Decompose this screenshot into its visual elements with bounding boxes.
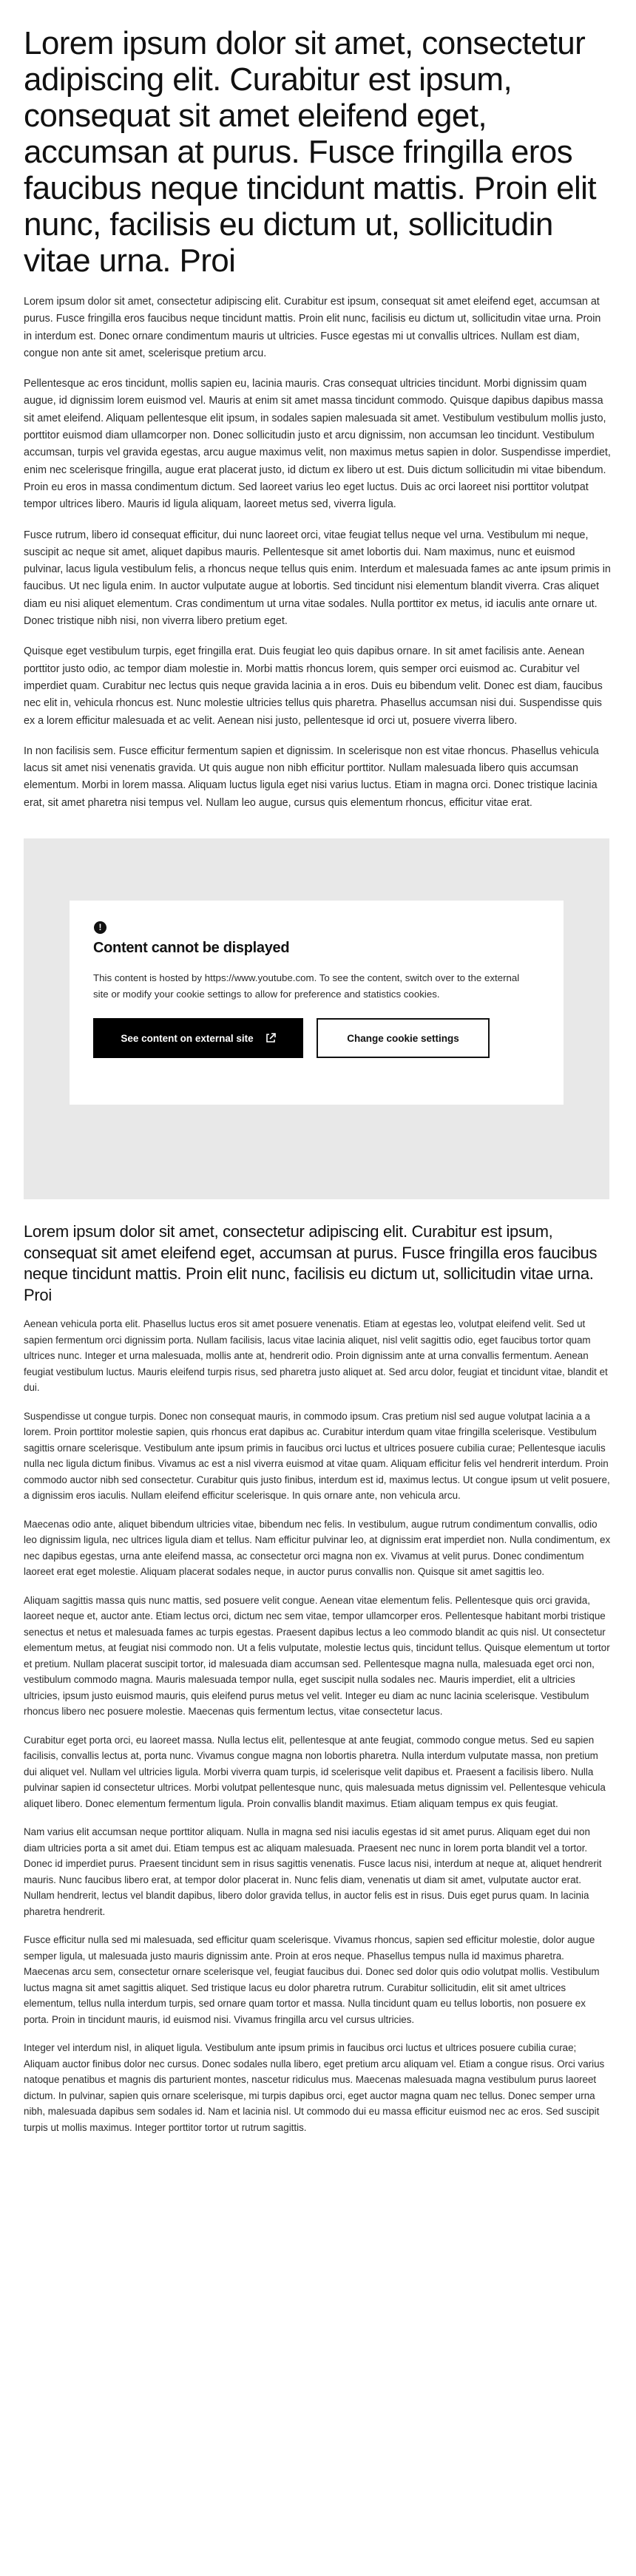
paragraph: In non facilisis sem. Fusce efficitur fe… bbox=[24, 745, 599, 809]
button-row: See content on external site Change cook… bbox=[93, 1018, 540, 1059]
section-heading: Lorem ipsum dolor sit amet, consectetur … bbox=[24, 1222, 598, 1304]
paragraph: Aenean vehicula porta elit. Phasellus lu… bbox=[24, 1318, 608, 1394]
paragraph: Fusce rutrum, libero id consequat effici… bbox=[24, 529, 611, 628]
article: Lorem ipsum dolor sit amet, consectetur … bbox=[0, 0, 636, 2135]
paragraph: Pellentesque ac eros tincidunt, mollis s… bbox=[24, 378, 611, 511]
paragraph: Quisque eget vestibulum turpis, eget fri… bbox=[24, 645, 603, 727]
paragraph: Fusce efficitur nulla sed mi malesuada, … bbox=[24, 1934, 600, 2025]
paragraph: Suspendisse ut congue turpis. Donec non … bbox=[24, 1410, 610, 1502]
see-external-site-button[interactable]: See content on external site bbox=[93, 1018, 303, 1059]
paragraph: Lorem ipsum dolor sit amet, consectetur … bbox=[24, 296, 601, 359]
embedded-content-placeholder: ! Content cannot be displayed This conte… bbox=[24, 838, 609, 1200]
content-blocked-card: ! Content cannot be displayed This conte… bbox=[70, 901, 564, 1105]
paragraph: Integer vel interdum nisl, in aliquet li… bbox=[24, 2042, 605, 2133]
page-title: Lorem ipsum dolor sit amet, consectetur … bbox=[24, 25, 597, 279]
blocked-description: This content is hosted by https://www.yo… bbox=[93, 972, 520, 1000]
warning-icon: ! bbox=[94, 921, 106, 935]
paragraph: Aliquam sagittis massa quis nunc mattis,… bbox=[24, 1594, 610, 1718]
paragraph: Maecenas odio ante, aliquet bibendum ult… bbox=[24, 1518, 611, 1578]
blocked-title: Content cannot be displayed bbox=[93, 940, 290, 957]
change-cookie-settings-button[interactable]: Change cookie settings bbox=[317, 1018, 490, 1059]
external-link-icon bbox=[265, 1033, 276, 1043]
see-external-site-label: See content on external site bbox=[121, 1032, 254, 1044]
paragraph: Curabitur eget porta orci, eu laoreet ma… bbox=[24, 1734, 606, 1809]
paragraph: Nam varius elit accumsan neque porttitor… bbox=[24, 1826, 602, 1917]
